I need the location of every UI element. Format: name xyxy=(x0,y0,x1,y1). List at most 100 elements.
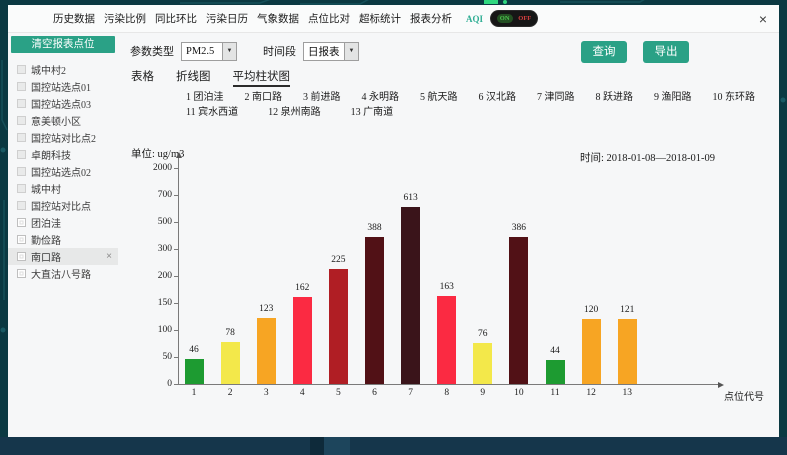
controls-row: 参数类型 PM2.5 ▼ 时间段 日报表 ▼ 查询 导出 xyxy=(118,33,779,65)
checkbox-icon[interactable] xyxy=(17,99,26,108)
sidebar-item[interactable]: 国控站对比点 xyxy=(8,197,118,214)
remove-icon[interactable]: × xyxy=(106,251,112,262)
bar xyxy=(221,342,240,384)
checkbox-icon[interactable] xyxy=(17,184,26,193)
clear-points-button[interactable]: 清空报表点位 xyxy=(11,36,115,53)
checkbox-icon[interactable] xyxy=(17,82,26,91)
time-period-select[interactable]: 日报表 ▼ xyxy=(303,42,359,61)
bar-value-label: 120 xyxy=(571,305,611,315)
legend-entry: 3 前进路 xyxy=(303,90,341,105)
checkbox-icon[interactable] xyxy=(17,235,26,244)
legend-row-1: 1 团泊洼2 南口路3 前进路4 永明路5 航天路6 汉北路7 津同路8 跃进路… xyxy=(186,90,779,105)
menu-item[interactable]: 气象数据 xyxy=(257,11,299,26)
sidebar-item[interactable]: 意美顿小区 xyxy=(8,112,118,129)
sidebar-point-list: 城中村2国控站选点01国控站选点03意美顿小区国控站对比点2卓朗科技国控站选点0… xyxy=(8,61,118,282)
y-tick-mark xyxy=(174,168,178,169)
sidebar-item[interactable]: 城中村2 xyxy=(8,61,118,78)
y-tick-label: 150 xyxy=(134,298,172,308)
menu-item[interactable]: 点位比对 xyxy=(308,11,350,26)
bar-value-label: 225 xyxy=(318,255,358,265)
y-tick-label: 700 xyxy=(134,190,172,200)
menu-item[interactable]: 报表分析 xyxy=(410,11,452,26)
checkbox-icon[interactable] xyxy=(17,116,26,125)
query-button[interactable]: 查询 xyxy=(581,41,627,63)
param-type-label: 参数类型 xyxy=(130,43,174,59)
aqi-toggle[interactable]: ON OFF xyxy=(491,11,537,26)
sidebar-item[interactable]: 国控站选点03 xyxy=(8,95,118,112)
close-icon[interactable]: × xyxy=(759,12,767,26)
plot-area: 点位代号 05010015020030050070020004617821233… xyxy=(178,168,738,384)
toggle-on-label: ON xyxy=(497,14,513,23)
bar xyxy=(618,319,637,384)
legend-entry: 4 永明路 xyxy=(362,90,400,105)
sidebar-item[interactable]: 大直沽八号路 xyxy=(8,265,118,282)
x-tick-label: 1 xyxy=(179,388,209,398)
content-area: 参数类型 PM2.5 ▼ 时间段 日报表 ▼ 查询 导出 表格折线图平均柱状图 … xyxy=(118,33,779,437)
sidebar-item[interactable]: 南口路× xyxy=(8,248,118,265)
sidebar-item[interactable]: 城中村 xyxy=(8,180,118,197)
sidebar-item[interactable]: 勤俭路 xyxy=(8,231,118,248)
menu-item[interactable]: 历史数据 xyxy=(53,11,95,26)
sidebar-item[interactable]: 国控站对比点2 xyxy=(8,129,118,146)
time-period-value: 日报表 xyxy=(304,44,344,59)
checkbox-icon[interactable] xyxy=(17,133,26,142)
dropdown-arrow-icon[interactable]: ▼ xyxy=(344,43,358,60)
menu-item[interactable]: 同比环比 xyxy=(155,11,197,26)
checkbox-icon[interactable] xyxy=(17,252,26,261)
checkbox-icon[interactable] xyxy=(17,201,26,210)
x-tick-label: 5 xyxy=(323,388,353,398)
menu-item[interactable]: 污染日历 xyxy=(206,11,248,26)
bar xyxy=(509,237,528,384)
x-tick-label: 8 xyxy=(432,388,462,398)
dropdown-arrow-icon[interactable]: ▼ xyxy=(222,43,236,60)
x-axis xyxy=(178,384,718,385)
x-tick-label: 12 xyxy=(576,388,606,398)
sidebar-item[interactable]: 国控站选点02 xyxy=(8,163,118,180)
sidebar-item[interactable]: 团泊洼 xyxy=(8,214,118,231)
bar-value-label: 162 xyxy=(282,283,322,293)
legend-entry: 8 跃进路 xyxy=(596,90,634,105)
bar xyxy=(329,269,348,384)
y-tick-mark xyxy=(174,249,178,250)
menu-item[interactable]: 污染比例 xyxy=(104,11,146,26)
x-tick-label: 4 xyxy=(287,388,317,398)
y-tick-mark xyxy=(174,303,178,304)
x-axis-title: 点位代号 xyxy=(724,388,764,403)
export-button[interactable]: 导出 xyxy=(643,41,689,63)
x-tick-label: 9 xyxy=(468,388,498,398)
sidebar-item-label: 国控站对比点 xyxy=(31,198,91,213)
time-period-label: 时间段 xyxy=(263,43,296,59)
param-type-select[interactable]: PM2.5 ▼ xyxy=(181,42,237,61)
tab-avg-bar-chart[interactable]: 平均柱状图 xyxy=(233,68,291,87)
x-tick-label: 6 xyxy=(360,388,390,398)
legend-entry: 7 津同路 xyxy=(537,90,575,105)
checkbox-icon[interactable] xyxy=(17,65,26,74)
sidebar-item[interactable]: 卓朗科技 xyxy=(8,146,118,163)
x-tick-label: 2 xyxy=(215,388,245,398)
aqi-label: AQI xyxy=(466,14,483,24)
toggle-off-label: OFF xyxy=(518,15,531,22)
checkbox-icon[interactable] xyxy=(17,150,26,159)
menu-item[interactable]: 超标统计 xyxy=(359,11,401,26)
tab-line-chart[interactable]: 折线图 xyxy=(176,68,211,87)
checkbox-icon[interactable] xyxy=(17,269,26,278)
sidebar-item[interactable]: 国控站选点01 xyxy=(8,78,118,95)
sidebar-item-label: 国控站选点02 xyxy=(31,164,91,179)
bar-value-label: 121 xyxy=(607,305,647,315)
y-tick-label: 300 xyxy=(134,244,172,254)
x-tick-label: 11 xyxy=(540,388,570,398)
legend-entry: 5 航天路 xyxy=(420,90,458,105)
y-tick-label: 50 xyxy=(134,352,172,362)
tab-table[interactable]: 表格 xyxy=(131,68,154,87)
bar xyxy=(473,343,492,384)
bar xyxy=(582,319,601,384)
sidebar-item-label: 卓朗科技 xyxy=(31,147,71,162)
x-tick-label: 7 xyxy=(396,388,426,398)
checkbox-icon[interactable] xyxy=(17,218,26,227)
bar xyxy=(401,207,420,384)
checkbox-icon[interactable] xyxy=(17,167,26,176)
x-tick-label: 3 xyxy=(251,388,281,398)
y-tick-mark xyxy=(174,222,178,223)
x-tick-label: 13 xyxy=(612,388,642,398)
bar-value-label: 613 xyxy=(391,193,431,203)
